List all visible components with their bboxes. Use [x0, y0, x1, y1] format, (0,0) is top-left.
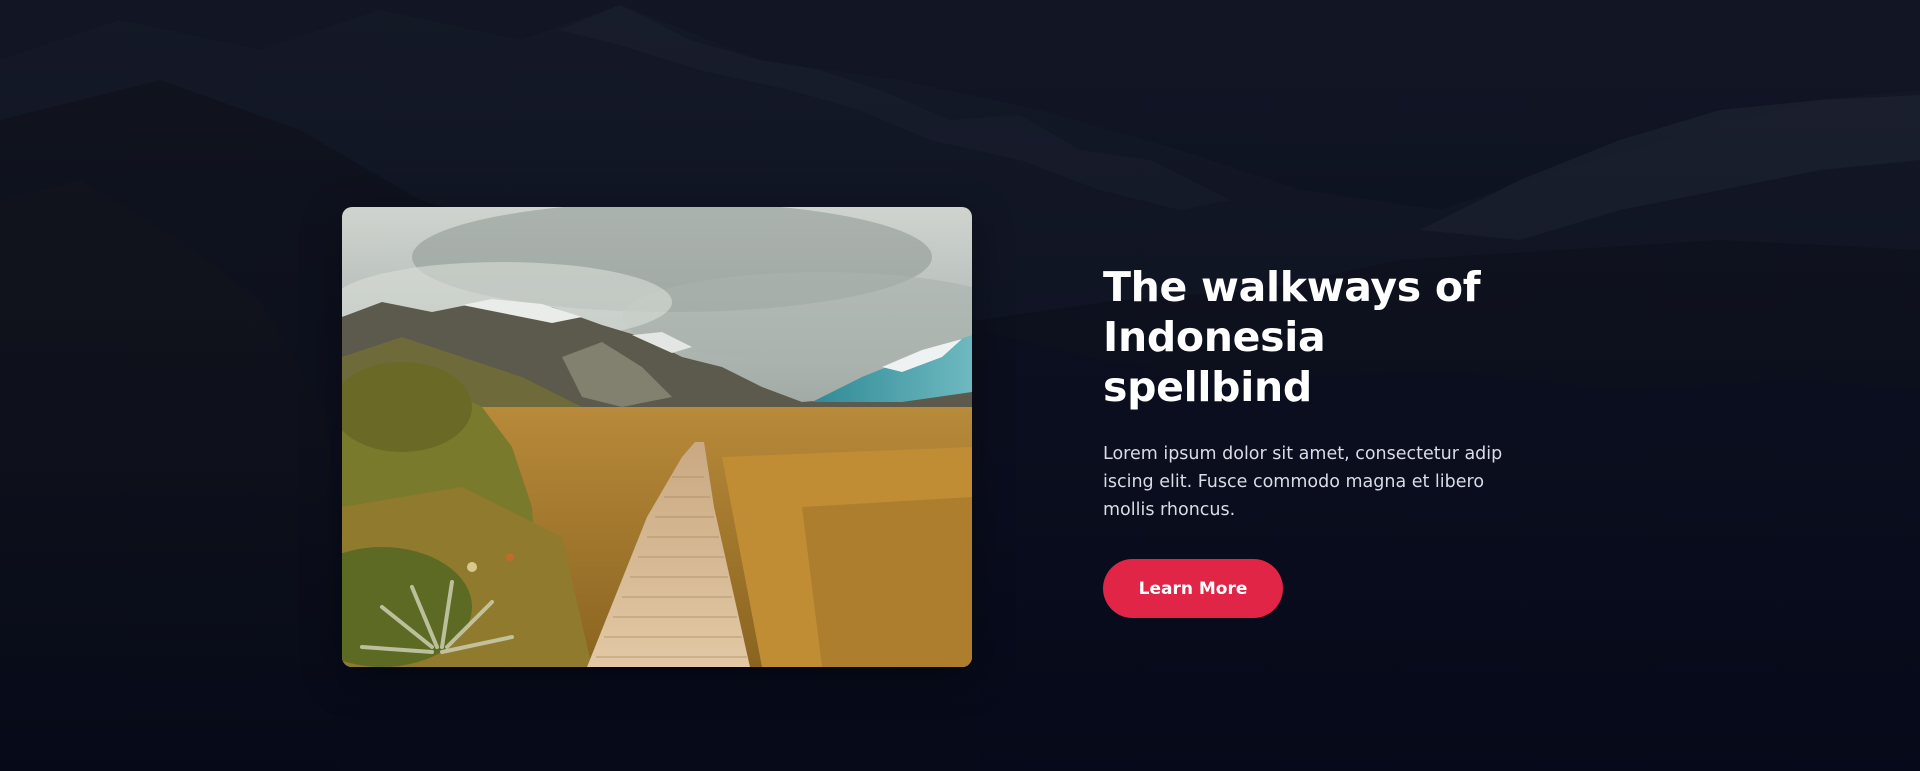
hero-title: The walkways of Indonesia spellbind [1103, 262, 1523, 412]
hero-content: The walkways of Indonesia spellbind Lore… [1103, 262, 1523, 618]
learn-more-button[interactable]: Learn More [1103, 559, 1283, 618]
walkway-photo [342, 207, 972, 667]
feature-image [342, 207, 972, 667]
hero-title-line-1: The walkways of [1103, 263, 1481, 311]
hero-description: Lorem ipsum dolor sit amet, consectetur … [1103, 444, 1503, 520]
learn-more-label: Learn More [1138, 578, 1248, 599]
hero-section: The walkways of Indonesia spellbind Lore… [0, 0, 1920, 771]
hero-title-line-2: Indonesia spellbind [1103, 313, 1326, 411]
